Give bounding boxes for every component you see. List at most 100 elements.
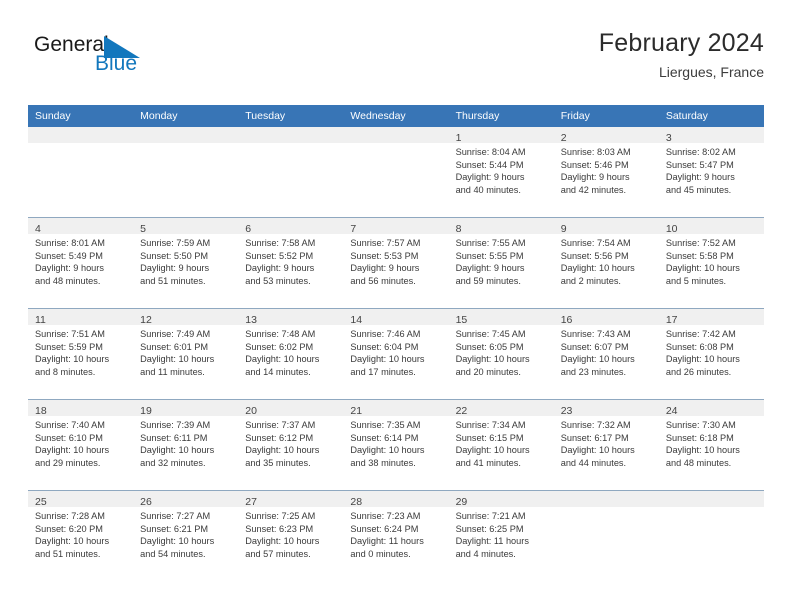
day-info-line: Sunset: 6:05 PM <box>455 341 524 352</box>
day-sun-info: Sunrise: 7:25 AM Sunset: 6:23 PM Daylight:… <box>238 507 343 560</box>
day-info-line: and 56 minutes. <box>350 275 416 286</box>
day-info-line: Sunset: 5:53 PM <box>350 250 419 261</box>
day-number-band <box>28 127 134 143</box>
calendar-day-cell[interactable]: 14 Sunrise: 7:46 AM Sunset: 6:04 PM Dayligh… <box>343 308 449 400</box>
calendar-day-cell[interactable]: 13 Sunrise: 7:48 AM Sunset: 6:02 PM Dayligh… <box>238 308 344 400</box>
day-cell-content <box>28 127 134 217</box>
calendar-day-cell[interactable]: 2 Sunrise: 8:03 AM Sunset: 5:46 PM Daylight… <box>553 127 659 218</box>
day-info-line: Daylight: 10 hours <box>140 354 215 365</box>
day-number: 18 <box>35 405 47 417</box>
day-sun-info: Sunrise: 7:34 AM Sunset: 6:15 PM Daylight:… <box>449 416 554 469</box>
day-info-line: Sunrise: 7:40 AM <box>35 420 105 430</box>
calendar-day-cell[interactable]: 16 Sunrise: 7:43 AM Sunset: 6:07 PM Dayligh… <box>553 308 659 400</box>
general-blue-logo[interactable]: General Blue <box>34 34 214 86</box>
day-number-band: 19 <box>133 400 239 417</box>
day-cell-content <box>658 491 764 581</box>
day-cell-content: 22 Sunrise: 7:34 AM Sunset: 6:15 PM Dayligh… <box>448 400 554 490</box>
calendar-day-cell[interactable]: 7 Sunrise: 7:57 AM Sunset: 5:53 PM Daylight… <box>343 217 449 309</box>
day-info-line: and 8 minutes. <box>35 366 96 377</box>
day-sun-info: Sunrise: 7:52 AM Sunset: 5:58 PM Daylight:… <box>659 234 764 287</box>
logo-word-blue: Blue <box>95 52 138 75</box>
day-sun-info: Sunrise: 7:48 AM Sunset: 6:02 PM Daylight:… <box>238 325 343 378</box>
day-info-line: and 23 minutes. <box>560 366 627 377</box>
day-info-line: Sunset: 6:10 PM <box>35 432 103 443</box>
day-info-line: and 0 minutes. <box>350 548 411 559</box>
day-info-line: Daylight: 10 hours <box>560 354 635 365</box>
day-number: 16 <box>560 314 573 326</box>
day-info-line: and 32 minutes. <box>140 457 206 468</box>
day-info-line: Sunrise: 7:32 AM <box>560 420 631 430</box>
calendar-day-cell[interactable]: 29 Sunrise: 7:21 AM Sunset: 6:25 PM Dayligh… <box>448 490 554 581</box>
calendar-day-cell[interactable]: 23 Sunrise: 7:32 AM Sunset: 6:17 PM Dayligh… <box>553 399 659 491</box>
day-sun-info: Sunrise: 7:27 AM Sunset: 6:21 PM Daylight:… <box>133 507 238 560</box>
day-info-line: and 35 minutes. <box>245 457 311 468</box>
day-number: 21 <box>350 405 363 417</box>
day-info-line: Daylight: 9 hours <box>455 172 525 183</box>
day-info-line: Sunrise: 7:58 AM <box>245 238 316 248</box>
calendar-page: General Blue February 2024 Liergues, Fra… <box>0 0 792 612</box>
day-number: 19 <box>140 405 152 417</box>
calendar-day-cell[interactable]: 27 Sunrise: 7:25 AM Sunset: 6:23 PM Dayligh… <box>238 490 344 581</box>
calendar-day-cell[interactable]: 5 Sunrise: 7:59 AM Sunset: 5:50 PM Daylight… <box>133 217 239 309</box>
calendar-day-cell[interactable]: 11 Sunrise: 7:51 AM Sunset: 5:59 PM Dayligh… <box>28 308 134 400</box>
day-number-band: 21 <box>343 400 449 417</box>
day-info-line: Sunset: 6:01 PM <box>140 341 209 352</box>
day-info-line: Sunset: 6:08 PM <box>665 341 734 352</box>
calendar-day-cell[interactable]: 24 Sunrise: 7:30 AM Sunset: 6:18 PM Dayligh… <box>658 399 764 491</box>
day-info-line: and 42 minutes. <box>560 184 627 195</box>
day-info-line: Sunrise: 7:35 AM <box>350 420 421 430</box>
day-info-line: and 11 minutes. <box>140 366 205 377</box>
day-info-line: Sunrise: 7:42 AM <box>665 329 736 339</box>
day-number: 11 <box>35 314 46 326</box>
calendar-day-cell[interactable]: 8 Sunrise: 7:55 AM Sunset: 5:55 PM Daylight… <box>448 217 554 309</box>
day-sun-info: Sunrise: 7:35 AM Sunset: 6:14 PM Daylight:… <box>343 416 448 469</box>
day-info-line: Daylight: 10 hours <box>245 536 320 547</box>
calendar-day-cell[interactable]: 18 Sunrise: 7:40 AM Sunset: 6:10 PM Dayligh… <box>28 399 134 491</box>
calendar-day-cell[interactable]: 19 Sunrise: 7:39 AM Sunset: 6:11 PM Dayligh… <box>133 399 239 491</box>
day-info-line: and 54 minutes. <box>140 548 206 559</box>
day-sun-info: Sunrise: 7:39 AM Sunset: 6:11 PM Daylight:… <box>133 416 238 469</box>
day-cell-content: 21 Sunrise: 7:35 AM Sunset: 6:14 PM Dayligh… <box>343 400 449 490</box>
day-number-band: 10 <box>658 218 764 235</box>
day-sun-info: Sunrise: 7:37 AM Sunset: 6:12 PM Daylight:… <box>238 416 343 469</box>
calendar-day-cell[interactable]: 17 Sunrise: 7:42 AM Sunset: 6:08 PM Dayligh… <box>658 308 764 400</box>
calendar-day-cell[interactable]: 1 Sunrise: 8:04 AM Sunset: 5:44 PM Daylight… <box>448 127 554 218</box>
calendar-day-cell[interactable]: 22 Sunrise: 7:34 AM Sunset: 6:15 PM Dayligh… <box>448 399 554 491</box>
calendar-day-cell[interactable]: 3 Sunrise: 8:02 AM Sunset: 5:47 PM Daylight… <box>658 127 764 218</box>
calendar-day-cell[interactable]: 15 Sunrise: 7:45 AM Sunset: 6:05 PM Dayligh… <box>448 308 554 400</box>
day-number: 20 <box>245 405 257 417</box>
day-info-line: Daylight: 9 hours <box>350 263 420 274</box>
weekday-header-sunday: Sunday <box>28 105 134 127</box>
day-cell-content: 1 Sunrise: 8:04 AM Sunset: 5:44 PM Daylight… <box>448 127 554 217</box>
day-info-line: Sunrise: 7:59 AM <box>140 238 211 248</box>
day-info-line: Sunrise: 7:43 AM <box>560 329 631 339</box>
day-cell-content: 6 Sunrise: 7:58 AM Sunset: 5:52 PM Daylight… <box>238 218 344 308</box>
calendar-empty-cell <box>343 127 449 218</box>
calendar-day-cell[interactable]: 10 Sunrise: 7:52 AM Sunset: 5:58 PM Dayligh… <box>658 217 764 309</box>
calendar-day-cell[interactable]: 21 Sunrise: 7:35 AM Sunset: 6:14 PM Dayligh… <box>343 399 449 491</box>
calendar-day-cell[interactable]: 26 Sunrise: 7:27 AM Sunset: 6:21 PM Dayligh… <box>133 490 239 581</box>
calendar-day-cell[interactable]: 6 Sunrise: 7:58 AM Sunset: 5:52 PM Daylight… <box>238 217 344 309</box>
calendar-day-cell[interactable]: 25 Sunrise: 7:28 AM Sunset: 6:20 PM Dayligh… <box>28 490 134 581</box>
calendar-day-cell[interactable]: 4 Sunrise: 8:01 AM Sunset: 5:49 PM Daylight… <box>28 217 134 309</box>
day-info-line: Sunset: 5:50 PM <box>140 250 209 261</box>
day-number: 7 <box>350 223 357 235</box>
day-info-line: and 48 minutes. <box>665 457 732 468</box>
calendar-day-cell[interactable]: 9 Sunrise: 7:54 AM Sunset: 5:56 PM Daylight… <box>553 217 659 309</box>
day-sun-info: Sunrise: 8:03 AM Sunset: 5:46 PM Daylight:… <box>554 143 659 196</box>
calendar-empty-cell <box>133 127 239 218</box>
day-cell-content: 16 Sunrise: 7:43 AM Sunset: 6:07 PM Dayligh… <box>553 309 659 399</box>
day-number-band: 11 <box>28 309 134 326</box>
day-cell-content: 3 Sunrise: 8:02 AM Sunset: 5:47 PM Daylight… <box>658 127 764 217</box>
day-info-line: Daylight: 10 hours <box>665 445 740 456</box>
day-info-line: and 40 minutes. <box>455 184 521 195</box>
page-header: General Blue February 2024 Liergues, Fra… <box>28 28 764 94</box>
day-number-band: 12 <box>133 309 239 326</box>
day-info-line: Sunset: 5:49 PM <box>35 250 103 261</box>
day-info-line: Sunrise: 7:49 AM <box>140 329 211 339</box>
day-sun-info: Sunrise: 7:49 AM Sunset: 6:01 PM Daylight:… <box>133 325 238 378</box>
calendar-day-cell[interactable]: 12 Sunrise: 7:49 AM Sunset: 6:01 PM Dayligh… <box>133 308 239 400</box>
calendar-day-cell[interactable]: 20 Sunrise: 7:37 AM Sunset: 6:12 PM Dayligh… <box>238 399 344 491</box>
day-sun-info: Sunrise: 7:51 AM Sunset: 5:59 PM Daylight:… <box>28 325 133 378</box>
calendar-day-cell[interactable]: 28 Sunrise: 7:23 AM Sunset: 6:24 PM Dayligh… <box>343 490 449 581</box>
